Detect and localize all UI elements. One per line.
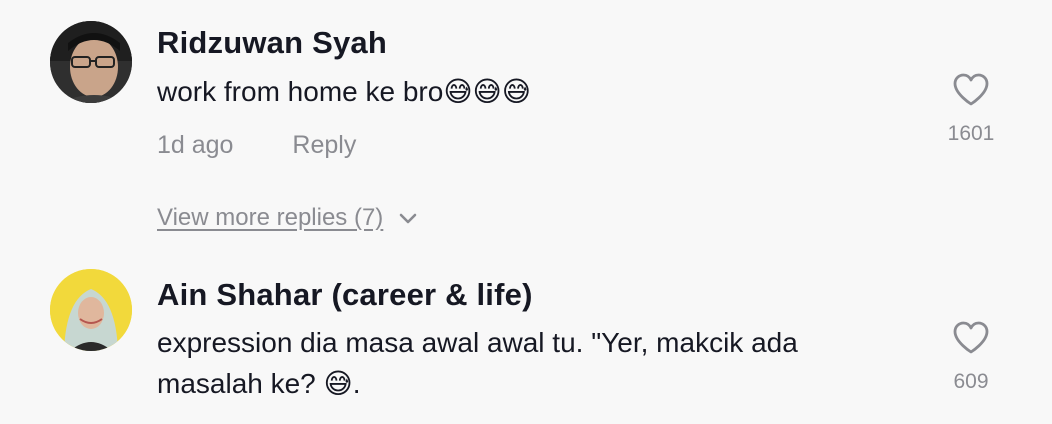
comment-item: Ridzuwan Syah work from home ke bro😅😅😅 1… bbox=[0, 0, 1052, 260]
comment-text: work from home ke bro😅😅😅 bbox=[157, 71, 877, 112]
comment-text-end: . bbox=[352, 368, 361, 399]
comment-item: Ain Shahar (career & life) expression di… bbox=[0, 258, 1052, 424]
heart-outline-icon bbox=[953, 321, 989, 354]
comment-timestamp: 1d ago bbox=[157, 131, 234, 159]
chevron-down-icon bbox=[400, 213, 417, 224]
heart-outline-icon bbox=[953, 73, 989, 106]
like-count: 1601 bbox=[947, 122, 995, 145]
reply-button[interactable]: Reply bbox=[292, 131, 356, 159]
comment-text-line2: masalah ke? bbox=[157, 368, 316, 399]
avatar[interactable] bbox=[50, 269, 132, 351]
view-more-replies-label: View more replies (7) bbox=[157, 204, 384, 231]
like-button[interactable]: 609 bbox=[936, 320, 1006, 394]
view-more-replies-button[interactable]: View more replies (7) bbox=[157, 204, 419, 232]
comment-text-line1: expression dia masa awal awal tu. "Yer, … bbox=[157, 327, 798, 358]
comment-username[interactable]: Ain Shahar (career & life) bbox=[157, 277, 533, 313]
sweat-smile-emoji: 😅 bbox=[323, 368, 353, 399]
like-count: 609 bbox=[953, 370, 989, 393]
like-button[interactable]: 1601 bbox=[936, 72, 1006, 146]
sweat-smile-emoji: 😅😅😅 bbox=[443, 76, 531, 107]
comment-username[interactable]: Ridzuwan Syah bbox=[157, 25, 387, 61]
comment-meta: 1d ago Reply bbox=[157, 131, 356, 160]
comment-text-body: work from home ke bro bbox=[157, 76, 444, 107]
avatar[interactable] bbox=[50, 21, 132, 103]
comment-text: expression dia masa awal awal tu. "Yer, … bbox=[157, 322, 877, 404]
